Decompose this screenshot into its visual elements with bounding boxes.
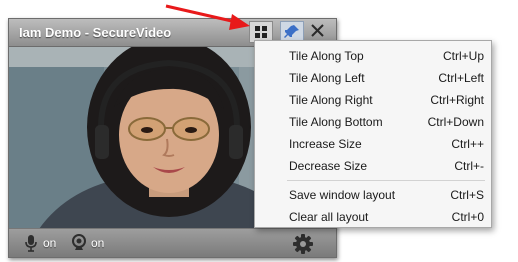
annotation-arrow <box>165 4 250 30</box>
